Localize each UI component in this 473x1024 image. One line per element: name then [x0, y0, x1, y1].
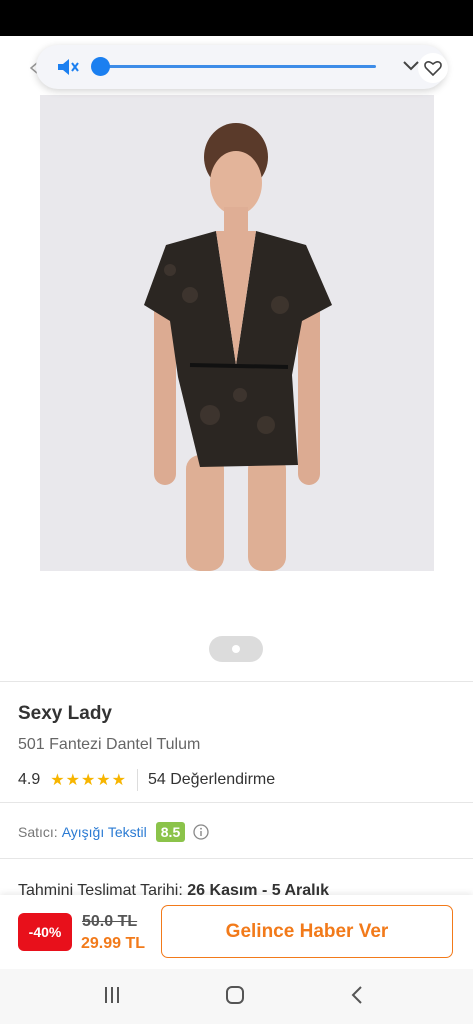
seller-label: Satıcı:	[18, 824, 58, 840]
purchase-bar: -40% 50.0 TL 29.99 TL Gelince Haber Ver	[0, 895, 473, 969]
nav-back-icon[interactable]	[350, 984, 364, 1006]
star-icon: ★	[80, 772, 96, 789]
status-bar	[0, 0, 473, 36]
discount-badge: -40%	[18, 913, 72, 951]
review-count-link[interactable]: 54 Değerlendirme	[148, 771, 275, 789]
notify-when-available-button[interactable]: Gelince Haber Ver	[161, 905, 453, 958]
rating-value: 4.9	[18, 771, 41, 788]
nav-recents-icon[interactable]	[102, 986, 122, 1004]
pager-dot	[232, 645, 240, 653]
brand-name[interactable]: Sexy Lady	[18, 703, 112, 725]
seller-row: Satıcı: Ayışığı Tekstil 8.5	[18, 820, 209, 844]
volume-slider-knob[interactable]	[91, 57, 110, 76]
rating-row[interactable]: 4.9 ★ ★ ★ ★ ★ 54 Değerlendirme	[18, 768, 275, 792]
product-image[interactable]	[40, 95, 434, 571]
nav-home-icon[interactable]	[225, 985, 245, 1005]
system-nav-bar	[0, 969, 473, 1024]
volume-mute-icon[interactable]	[56, 56, 80, 78]
star-icon: ★	[50, 772, 65, 789]
star-icon: ★	[111, 772, 126, 789]
seller-name-link[interactable]: Ayışığı Tekstil	[62, 824, 147, 840]
old-price: 50.0 TL	[82, 913, 138, 930]
image-pager	[209, 636, 263, 662]
divider	[0, 858, 473, 859]
star-icon: ★	[65, 772, 80, 789]
product-title: 501 Fantezi Dantel Tulum	[18, 736, 201, 753]
info-icon[interactable]	[193, 824, 209, 840]
current-price: 29.99 TL	[81, 935, 146, 952]
heart-icon[interactable]	[418, 53, 448, 83]
divider	[0, 802, 473, 803]
rating-stars: ★ ★ ★ ★ ★	[50, 770, 127, 790]
divider	[0, 681, 473, 682]
rating-separator	[136, 769, 138, 791]
product-photo	[40, 95, 434, 571]
volume-slider-track[interactable]	[100, 65, 376, 68]
star-icon: ★	[96, 772, 111, 789]
volume-panel[interactable]	[36, 45, 446, 89]
seller-score-badge: 8.5	[155, 822, 186, 842]
